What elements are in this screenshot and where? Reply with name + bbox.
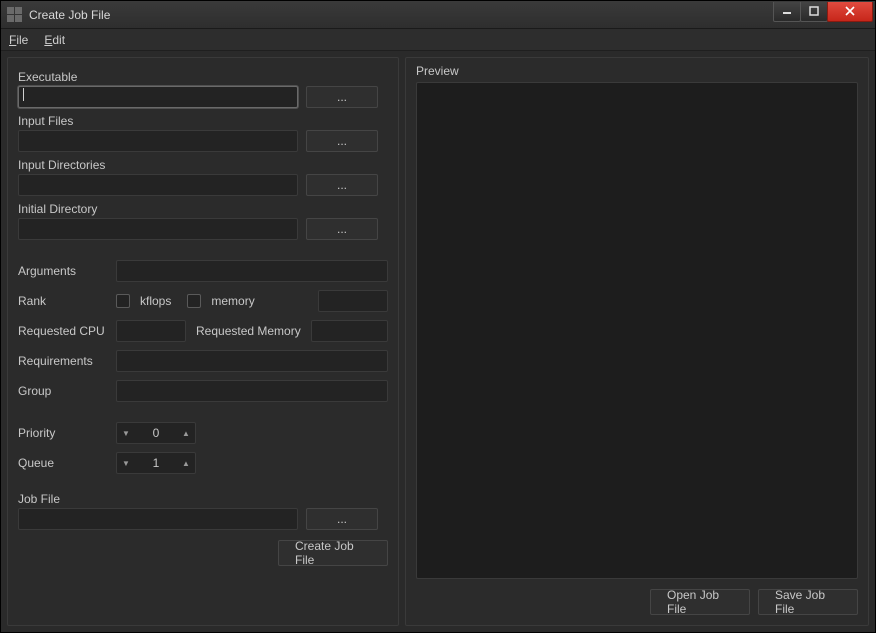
text-caret xyxy=(23,88,24,101)
priority-up-button[interactable]: ▲ xyxy=(177,423,195,443)
queue-down-button[interactable]: ▼ xyxy=(117,453,135,473)
preview-label: Preview xyxy=(416,64,858,78)
memory-checkbox[interactable] xyxy=(187,294,201,308)
group-input[interactable] xyxy=(116,380,388,402)
rank-label: Rank xyxy=(18,294,110,308)
minimize-icon xyxy=(782,6,792,16)
minimize-button[interactable] xyxy=(773,2,801,22)
executable-browse-button[interactable]: ... xyxy=(306,86,378,108)
priority-spinner[interactable]: ▼ 0 ▲ xyxy=(116,422,196,444)
open-job-file-button[interactable]: Open Job File xyxy=(650,589,750,615)
priority-label: Priority xyxy=(18,426,110,440)
requested-cpu-label: Requested CPU xyxy=(18,324,110,338)
close-icon xyxy=(844,6,856,16)
right-panel: Preview Open Job File Save Job File xyxy=(405,57,869,626)
window-title: Create Job File xyxy=(29,8,774,22)
arguments-input[interactable] xyxy=(116,260,388,282)
queue-spinner[interactable]: ▼ 1 ▲ xyxy=(116,452,196,474)
initial-dir-input[interactable] xyxy=(18,218,298,240)
rank-input[interactable] xyxy=(318,290,388,312)
memory-label: memory xyxy=(211,294,254,308)
queue-label: Queue xyxy=(18,456,110,470)
kflops-label: kflops xyxy=(140,294,171,308)
arguments-label: Arguments xyxy=(18,264,110,278)
input-dirs-label: Input Directories xyxy=(18,158,388,172)
job-file-browse-button[interactable]: ... xyxy=(306,508,378,530)
window-controls xyxy=(774,2,873,22)
menubar: File Edit xyxy=(1,29,875,51)
requirements-input[interactable] xyxy=(116,350,388,372)
kflops-checkbox[interactable] xyxy=(116,294,130,308)
input-files-browse-button[interactable]: ... xyxy=(306,130,378,152)
save-job-file-button[interactable]: Save Job File xyxy=(758,589,858,615)
requested-memory-input[interactable] xyxy=(311,320,388,342)
priority-down-button[interactable]: ▼ xyxy=(117,423,135,443)
create-job-file-button[interactable]: Create Job File xyxy=(278,540,388,566)
requested-memory-label: Requested Memory xyxy=(196,324,301,338)
queue-value: 1 xyxy=(135,456,177,470)
close-button[interactable] xyxy=(827,2,873,22)
window: Create Job File File Edit Executable ...… xyxy=(0,0,876,633)
requested-cpu-input[interactable] xyxy=(116,320,186,342)
content: Executable ... Input Files ... Input Dir… xyxy=(1,51,875,632)
job-file-input[interactable] xyxy=(18,508,298,530)
priority-value: 0 xyxy=(135,426,177,440)
requirements-label: Requirements xyxy=(18,354,110,368)
input-files-input[interactable] xyxy=(18,130,298,152)
initial-dir-label: Initial Directory xyxy=(18,202,388,216)
menu-file[interactable]: File xyxy=(9,33,28,47)
group-label: Group xyxy=(18,384,110,398)
executable-input[interactable] xyxy=(18,86,298,108)
left-panel: Executable ... Input Files ... Input Dir… xyxy=(7,57,399,626)
initial-dir-browse-button[interactable]: ... xyxy=(306,218,378,240)
maximize-icon xyxy=(809,6,819,16)
input-files-label: Input Files xyxy=(18,114,388,128)
input-dirs-input[interactable] xyxy=(18,174,298,196)
preview-area xyxy=(416,82,858,579)
job-file-label: Job File xyxy=(18,492,388,506)
app-icon xyxy=(7,7,23,23)
titlebar: Create Job File xyxy=(1,1,875,29)
executable-label: Executable xyxy=(18,70,388,84)
input-dirs-browse-button[interactable]: ... xyxy=(306,174,378,196)
queue-up-button[interactable]: ▲ xyxy=(177,453,195,473)
maximize-button[interactable] xyxy=(800,2,828,22)
menu-edit[interactable]: Edit xyxy=(44,33,65,47)
